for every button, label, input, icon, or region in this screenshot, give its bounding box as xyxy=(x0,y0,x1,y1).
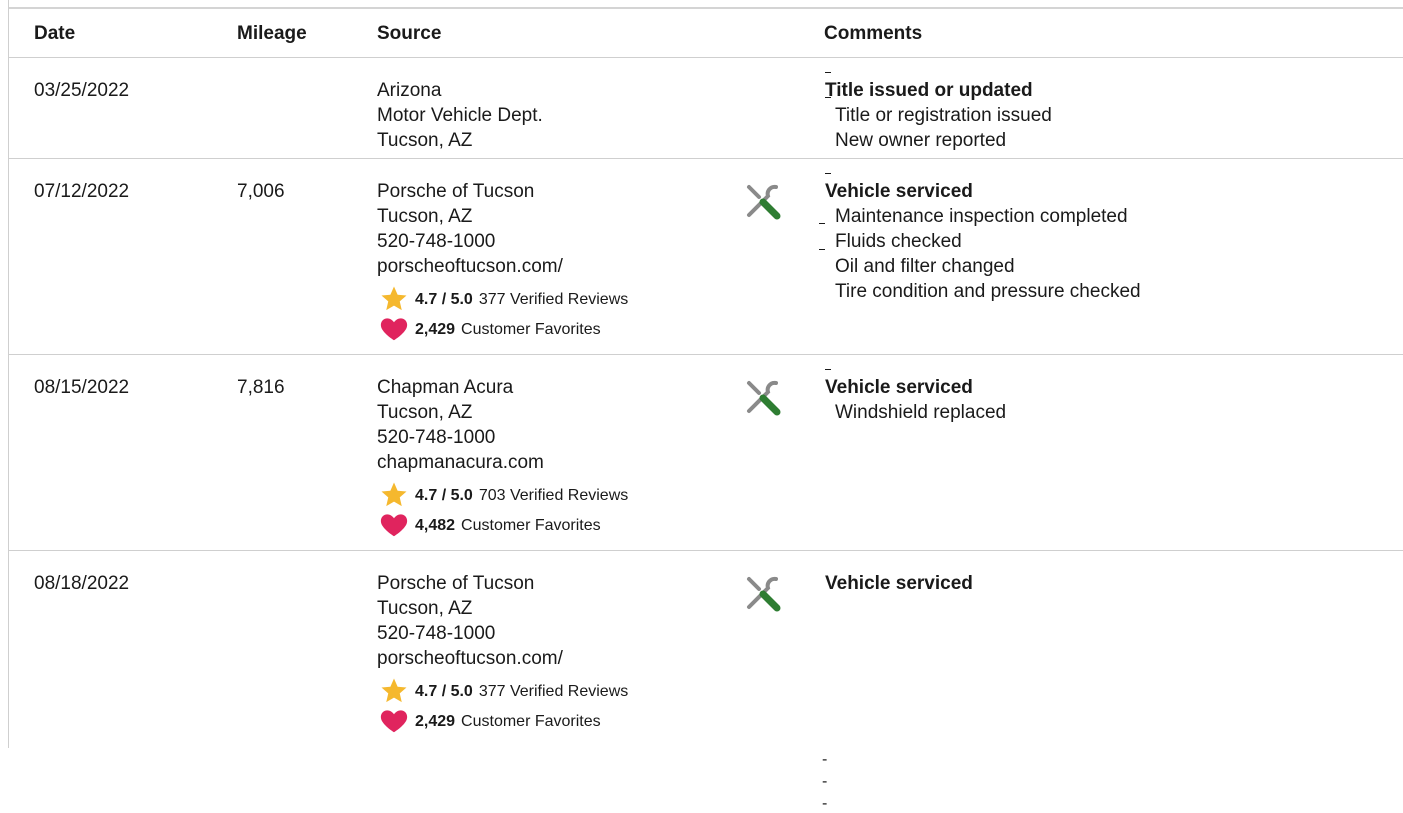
source-name[interactable]: Porsche of Tucson xyxy=(377,179,628,204)
review-count: 703 Verified Reviews xyxy=(478,486,629,504)
row-date: 07/12/2022 xyxy=(34,181,130,202)
favorites-line[interactable]: 2,429 Customer Favorites xyxy=(377,706,628,736)
rating-value: 4.7 / 5.0 xyxy=(415,682,473,700)
rating-value: 4.7 / 5.0 xyxy=(415,290,473,308)
heart-icon xyxy=(380,710,408,733)
source-name: Arizona xyxy=(377,80,442,101)
tick-mark xyxy=(825,173,831,174)
table-header: Date Mileage Source Comments xyxy=(8,9,1403,58)
row-date: 08/15/2022 xyxy=(34,377,130,398)
header-date: Date xyxy=(34,23,76,44)
row-source: Porsche of Tucson Tucson, AZ 520-748-100… xyxy=(377,179,628,344)
row-comments: Vehicle serviced Maintenance inspection … xyxy=(825,179,1141,304)
comment-item: Tire condition and pressure checked xyxy=(835,281,1141,302)
source-location: Tucson, AZ xyxy=(377,598,473,619)
source-phone[interactable]: 520-748-1000 xyxy=(377,621,628,646)
header-comments: Comments xyxy=(824,23,923,44)
comment-title: Title issued or updated xyxy=(825,80,1033,101)
comment-item: Oil and filter changed xyxy=(835,256,1015,277)
wrench-screwdriver-icon xyxy=(747,184,781,220)
row-mileage: 7,006 xyxy=(237,181,285,202)
star-icon xyxy=(381,678,407,703)
favorites-label: Customer Favorites xyxy=(461,516,601,534)
favorites-count: 2,429 xyxy=(415,320,456,338)
source-phone[interactable]: 520-748-1000 xyxy=(377,425,628,450)
rating-line[interactable]: 4.7 / 5.0 377 Verified Reviews xyxy=(377,676,628,706)
wrench-screwdriver-icon xyxy=(747,380,781,416)
source-name[interactable]: Porsche of Tucson xyxy=(377,571,628,596)
comment-item: New owner reported xyxy=(835,130,1007,151)
heart-icon xyxy=(380,318,408,341)
source-location: Tucson, AZ xyxy=(377,130,473,151)
heart-icon xyxy=(380,514,408,537)
header-mileage: Mileage xyxy=(237,23,307,44)
comment-item: Title or registration issued xyxy=(835,105,1052,126)
rating-line[interactable]: 4.7 / 5.0 377 Verified Reviews xyxy=(377,284,628,314)
comment-title: Vehicle serviced xyxy=(825,181,973,202)
table-row: 03/25/2022 Arizona Motor Vehicle Dept. T… xyxy=(8,58,1403,159)
source-phone[interactable]: 520-748-1000 xyxy=(377,229,628,254)
table-row: 08/15/2022 7,816 Chapman Acura Tucson, A… xyxy=(8,355,1403,551)
row-date: 08/18/2022 xyxy=(34,573,130,594)
source-website[interactable]: chapmanacura.com xyxy=(377,450,628,475)
review-count: 377 Verified Reviews xyxy=(478,682,629,700)
source-location: Tucson, AZ xyxy=(377,402,473,423)
row-source: Porsche of Tucson Tucson, AZ 520-748-100… xyxy=(377,571,628,736)
comment-item: Fluids checked xyxy=(835,231,962,252)
favorites-line[interactable]: 2,429 Customer Favorites xyxy=(377,314,628,344)
table-row: 07/12/2022 7,006 Porsche of Tucson Tucso… xyxy=(8,159,1403,355)
star-icon xyxy=(381,482,407,507)
source-location: Tucson, AZ xyxy=(377,206,473,227)
source-line: Motor Vehicle Dept. xyxy=(377,105,543,126)
row-mileage: 7,816 xyxy=(237,377,285,398)
table-row: 08/18/2022 Porsche of Tucson Tucson, AZ … xyxy=(8,551,1403,746)
comment-item: Windshield replaced xyxy=(835,402,1007,423)
stray-dash: - xyxy=(822,751,828,768)
comment-title: Vehicle serviced xyxy=(825,573,973,594)
stray-dash: - xyxy=(822,795,828,812)
rating-line[interactable]: 4.7 / 5.0 703 Verified Reviews xyxy=(377,480,628,510)
review-count: 377 Verified Reviews xyxy=(478,290,629,308)
star-icon xyxy=(381,286,407,311)
favorites-count: 2,429 xyxy=(415,712,456,730)
row-comments: Vehicle serviced Windshield replaced xyxy=(825,375,1006,425)
row-date: 03/25/2022 xyxy=(34,80,130,101)
row-comments: Title issued or updated Title or registr… xyxy=(825,78,1052,153)
source-website[interactable]: porscheoftucson.com/ xyxy=(377,254,628,279)
source-name[interactable]: Chapman Acura xyxy=(377,375,628,400)
favorites-count: 4,482 xyxy=(415,516,456,534)
header-source: Source xyxy=(377,23,442,44)
favorites-line[interactable]: 4,482 Customer Favorites xyxy=(377,510,628,540)
tick-mark xyxy=(825,72,831,73)
stray-dash: - xyxy=(822,773,828,790)
favorites-label: Customer Favorites xyxy=(461,712,601,730)
comment-item: Maintenance inspection completed xyxy=(835,206,1128,227)
favorites-label: Customer Favorites xyxy=(461,320,601,338)
rating-value: 4.7 / 5.0 xyxy=(415,486,473,504)
source-website[interactable]: porscheoftucson.com/ xyxy=(377,646,628,671)
comment-title: Vehicle serviced xyxy=(825,377,973,398)
wrench-screwdriver-icon xyxy=(747,576,781,612)
row-source: Arizona Motor Vehicle Dept. Tucson, AZ xyxy=(377,78,543,153)
row-comments: Vehicle serviced xyxy=(825,571,973,596)
row-source: Chapman Acura Tucson, AZ 520-748-1000 ch… xyxy=(377,375,628,540)
tick-mark xyxy=(825,369,831,370)
